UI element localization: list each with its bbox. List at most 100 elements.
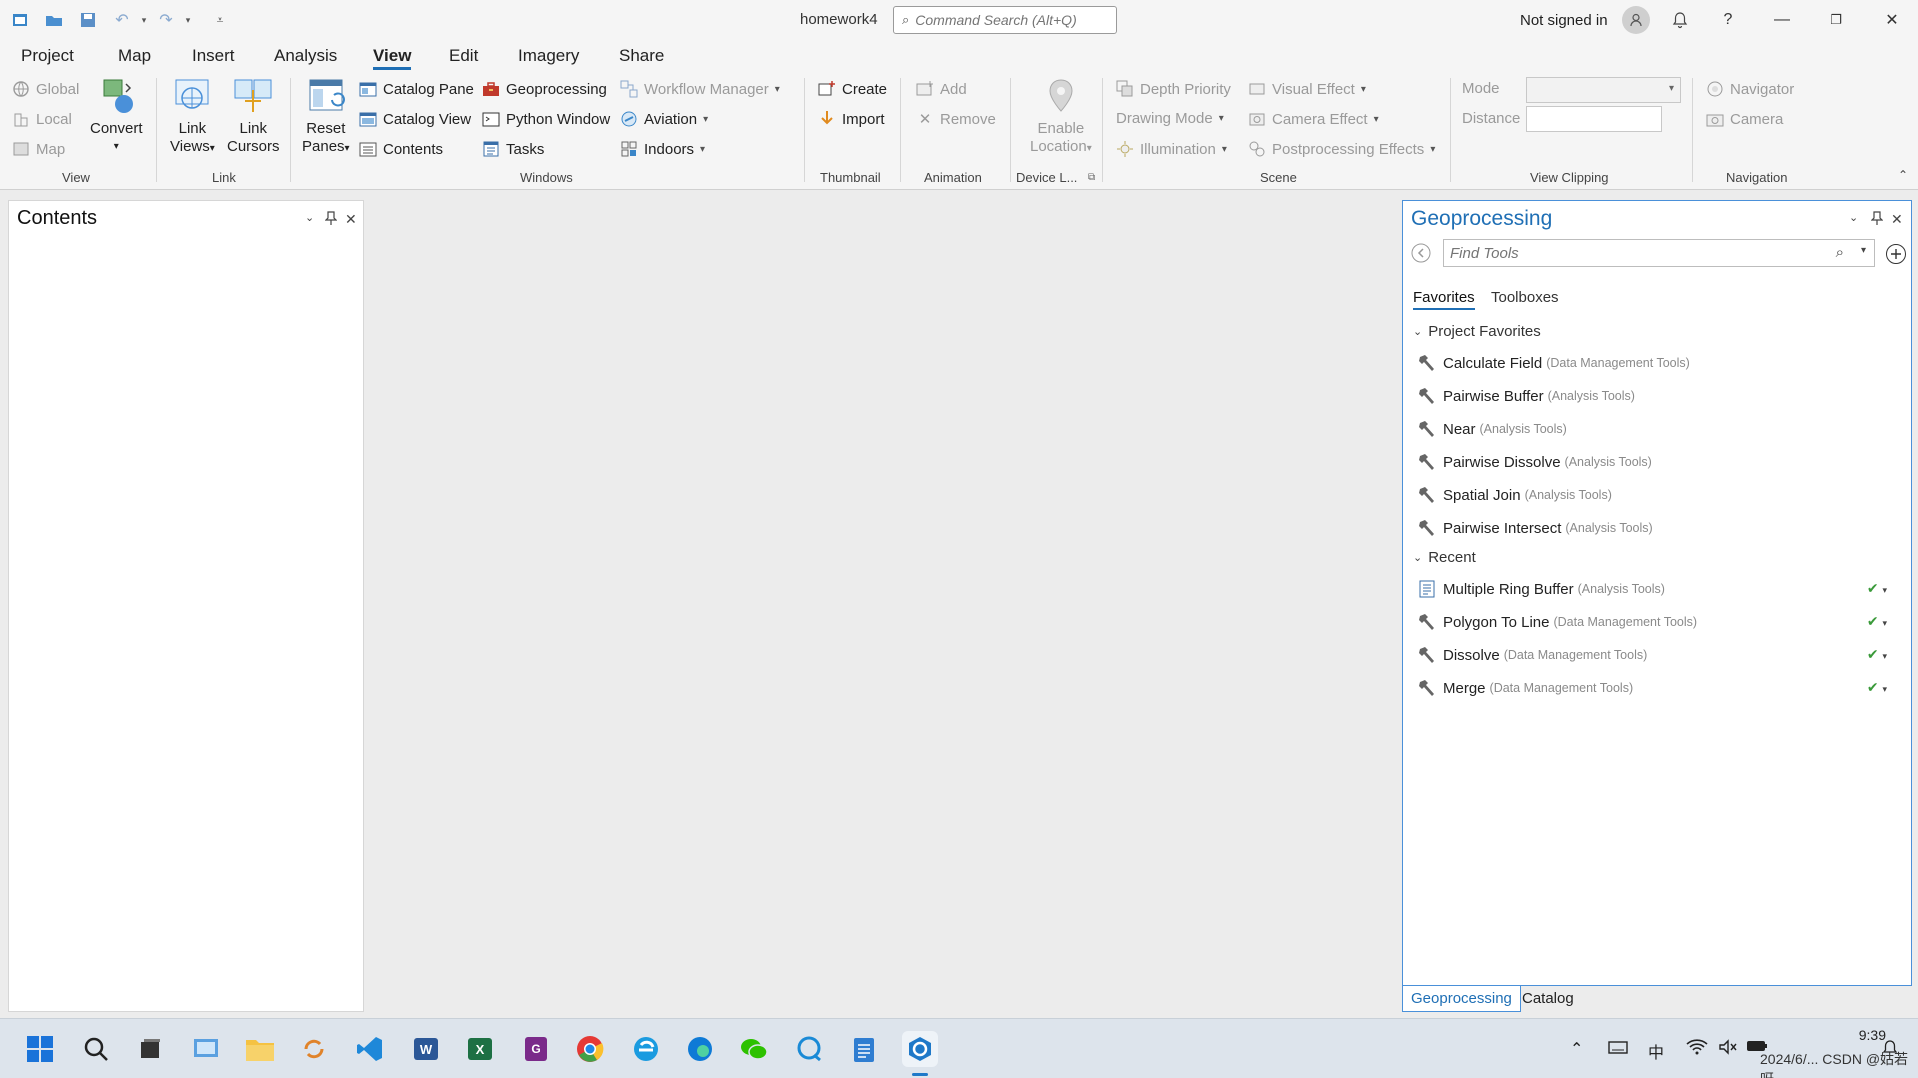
windows-start-icon[interactable] <box>22 1031 58 1067</box>
help-icon[interactable]: ? <box>1716 8 1740 32</box>
navigator-button[interactable]: Navigator <box>1706 80 1794 98</box>
postprocessing-effects-button[interactable]: Postprocessing Effects ▾ <box>1248 140 1435 158</box>
camera-effect-button[interactable]: Camera Effect ▾ <box>1248 110 1379 128</box>
muted-speaker-icon[interactable] <box>1718 1039 1738 1060</box>
edge-legacy-icon[interactable] <box>628 1031 664 1067</box>
vscode-icon[interactable] <box>352 1031 388 1067</box>
catalog-view-button[interactable]: Catalog View <box>359 110 471 128</box>
catalog-pane-button[interactable]: Catalog Pane <box>359 80 474 98</box>
python-window-button[interactable]: Python Window <box>482 110 610 128</box>
close-pane-icon[interactable]: ✕ <box>1891 211 1903 228</box>
collapse-ribbon-icon[interactable]: ⌃ <box>1898 168 1908 182</box>
save-icon[interactable] <box>78 10 98 30</box>
tool-item[interactable]: Multiple Ring Buffer (Analysis Tools) ✔ ▾ <box>1417 577 1897 601</box>
success-check-icon[interactable]: ✔ ▾ <box>1867 580 1887 597</box>
notification-bell-icon[interactable] <box>1882 1039 1898 1062</box>
tab-map[interactable]: Map <box>118 46 151 66</box>
back-arrow-icon[interactable] <box>1411 243 1431 268</box>
pane-menu-chevron-icon[interactable]: ⌄ <box>305 211 314 224</box>
tab-view[interactable]: View <box>373 46 412 70</box>
convert-button[interactable]: Convert ▾ <box>90 76 143 156</box>
tool-item[interactable]: Calculate Field (Data Management Tools) <box>1417 351 1897 375</box>
geoprocessing-button[interactable]: Geoprocessing <box>482 80 607 98</box>
tray-expand-icon[interactable]: ⌃ <box>1570 1039 1583 1059</box>
undo-dropdown-icon[interactable]: ▾ <box>134 10 154 30</box>
pin-icon[interactable] <box>324 211 338 228</box>
new-project-icon[interactable] <box>10 10 30 30</box>
tool-item[interactable]: Pairwise Intersect (Analysis Tools) <box>1417 516 1897 540</box>
link-views-button[interactable]: Link Views▾ <box>170 76 215 158</box>
tool-item[interactable]: Near (Analysis Tools) <box>1417 417 1897 441</box>
pdf-editor-icon[interactable]: G <box>518 1031 554 1067</box>
customize-toolbar-icon[interactable]: ⩡ <box>210 10 230 30</box>
tool-item[interactable]: Pairwise Dissolve (Analysis Tools) <box>1417 450 1897 474</box>
excel-icon[interactable]: X <box>462 1031 498 1067</box>
file-explorer-icon[interactable] <box>242 1031 278 1067</box>
wechat-icon[interactable] <box>736 1031 772 1067</box>
command-search-input[interactable] <box>915 12 1106 28</box>
create-thumbnail-button[interactable]: Create <box>818 80 887 98</box>
success-check-icon[interactable]: ✔ ▾ <box>1867 646 1887 663</box>
indoors-button[interactable]: Indoors ▾ <box>620 140 705 158</box>
link-cursors-button[interactable]: Link Cursors <box>227 76 280 156</box>
distance-input[interactable] <box>1526 106 1662 132</box>
map-button[interactable]: Map <box>12 140 65 158</box>
dialog-launcher-icon[interactable]: ⧉ <box>1088 172 1095 183</box>
depth-priority-button[interactable]: Depth Priority <box>1116 80 1231 98</box>
chrome-icon[interactable] <box>572 1031 608 1067</box>
arcgis-pro-icon[interactable] <box>902 1031 938 1067</box>
tab-imagery[interactable]: Imagery <box>518 46 579 66</box>
tool-item[interactable]: Spatial Join (Analysis Tools) <box>1417 483 1897 507</box>
word-icon[interactable]: W <box>408 1031 444 1067</box>
tool-item[interactable]: Polygon To Line (Data Management Tools) ✔ … <box>1417 610 1897 634</box>
search-icon[interactable]: ⌕ <box>1836 244 1844 261</box>
keyboard-icon[interactable] <box>1608 1039 1628 1060</box>
taskbar-search-icon[interactable] <box>78 1031 114 1067</box>
tab-edit[interactable]: Edit <box>449 46 478 66</box>
control-panel-icon[interactable] <box>188 1031 224 1067</box>
edge-icon[interactable] <box>682 1031 718 1067</box>
command-search[interactable]: ⌕ <box>893 6 1117 34</box>
project-favorites-header[interactable]: ⌄ Project Favorites <box>1413 323 1541 340</box>
tab-analysis[interactable]: Analysis <box>274 46 337 66</box>
redo-dropdown-icon[interactable]: ▾ <box>178 10 198 30</box>
add-animation-button[interactable]: Add <box>916 80 967 98</box>
avatar[interactable] <box>1622 6 1650 34</box>
clock-time[interactable]: 9:39 <box>1826 1027 1886 1043</box>
global-button[interactable]: Global <box>12 80 79 98</box>
sync-app-icon[interactable] <box>296 1031 332 1067</box>
tasks-button[interactable]: Tasks <box>482 140 544 158</box>
open-folder-icon[interactable] <box>44 10 64 30</box>
tab-favorites[interactable]: Favorites <box>1413 289 1475 310</box>
chevron-down-icon[interactable]: ▾ <box>1861 245 1866 256</box>
drawing-mode-button[interactable]: Drawing Mode ▾ <box>1116 110 1224 127</box>
notepad-icon[interactable] <box>846 1031 882 1067</box>
pin-icon[interactable] <box>1870 211 1884 228</box>
find-tools-input[interactable] <box>1450 244 1810 262</box>
task-view-icon[interactable] <box>132 1031 168 1067</box>
tab-project[interactable]: Project <box>21 46 74 66</box>
illumination-button[interactable]: Illumination ▾ <box>1116 140 1227 158</box>
pane-menu-chevron-icon[interactable]: ⌄ <box>1849 211 1858 224</box>
aviation-button[interactable]: Aviation ▾ <box>620 110 708 128</box>
ime-indicator[interactable]: 中 <box>1648 1039 1664 1063</box>
recent-header[interactable]: ⌄ Recent <box>1413 549 1476 566</box>
minimize-icon[interactable]: — <box>1770 8 1794 32</box>
tab-insert[interactable]: Insert <box>192 46 235 66</box>
tool-item[interactable]: Dissolve (Data Management Tools) ✔ ▾ <box>1417 643 1897 667</box>
bell-icon[interactable] <box>1668 8 1692 32</box>
find-tools-search[interactable]: ⌕ ▾ <box>1443 239 1875 267</box>
camera-button[interactable]: Camera <box>1706 110 1783 128</box>
enable-location-button[interactable]: Enable Location▾ <box>1030 76 1092 158</box>
reset-panes-button[interactable]: Reset Panes▾ <box>302 76 350 158</box>
import-thumbnail-button[interactable]: Import <box>818 110 885 128</box>
tab-share[interactable]: Share <box>619 46 664 66</box>
tab-geoprocessing[interactable]: Geoprocessing <box>1402 986 1521 1012</box>
tab-toolboxes[interactable]: Toolboxes <box>1491 289 1559 306</box>
mode-select[interactable]: ▾ <box>1526 77 1681 103</box>
chat-app-icon[interactable] <box>792 1031 828 1067</box>
close-pane-icon[interactable]: ✕ <box>345 211 357 228</box>
tab-catalog[interactable]: Catalog <box>1514 986 1582 1012</box>
visual-effect-button[interactable]: Visual Effect ▾ <box>1248 80 1366 98</box>
contents-button[interactable]: Contents <box>359 140 443 158</box>
